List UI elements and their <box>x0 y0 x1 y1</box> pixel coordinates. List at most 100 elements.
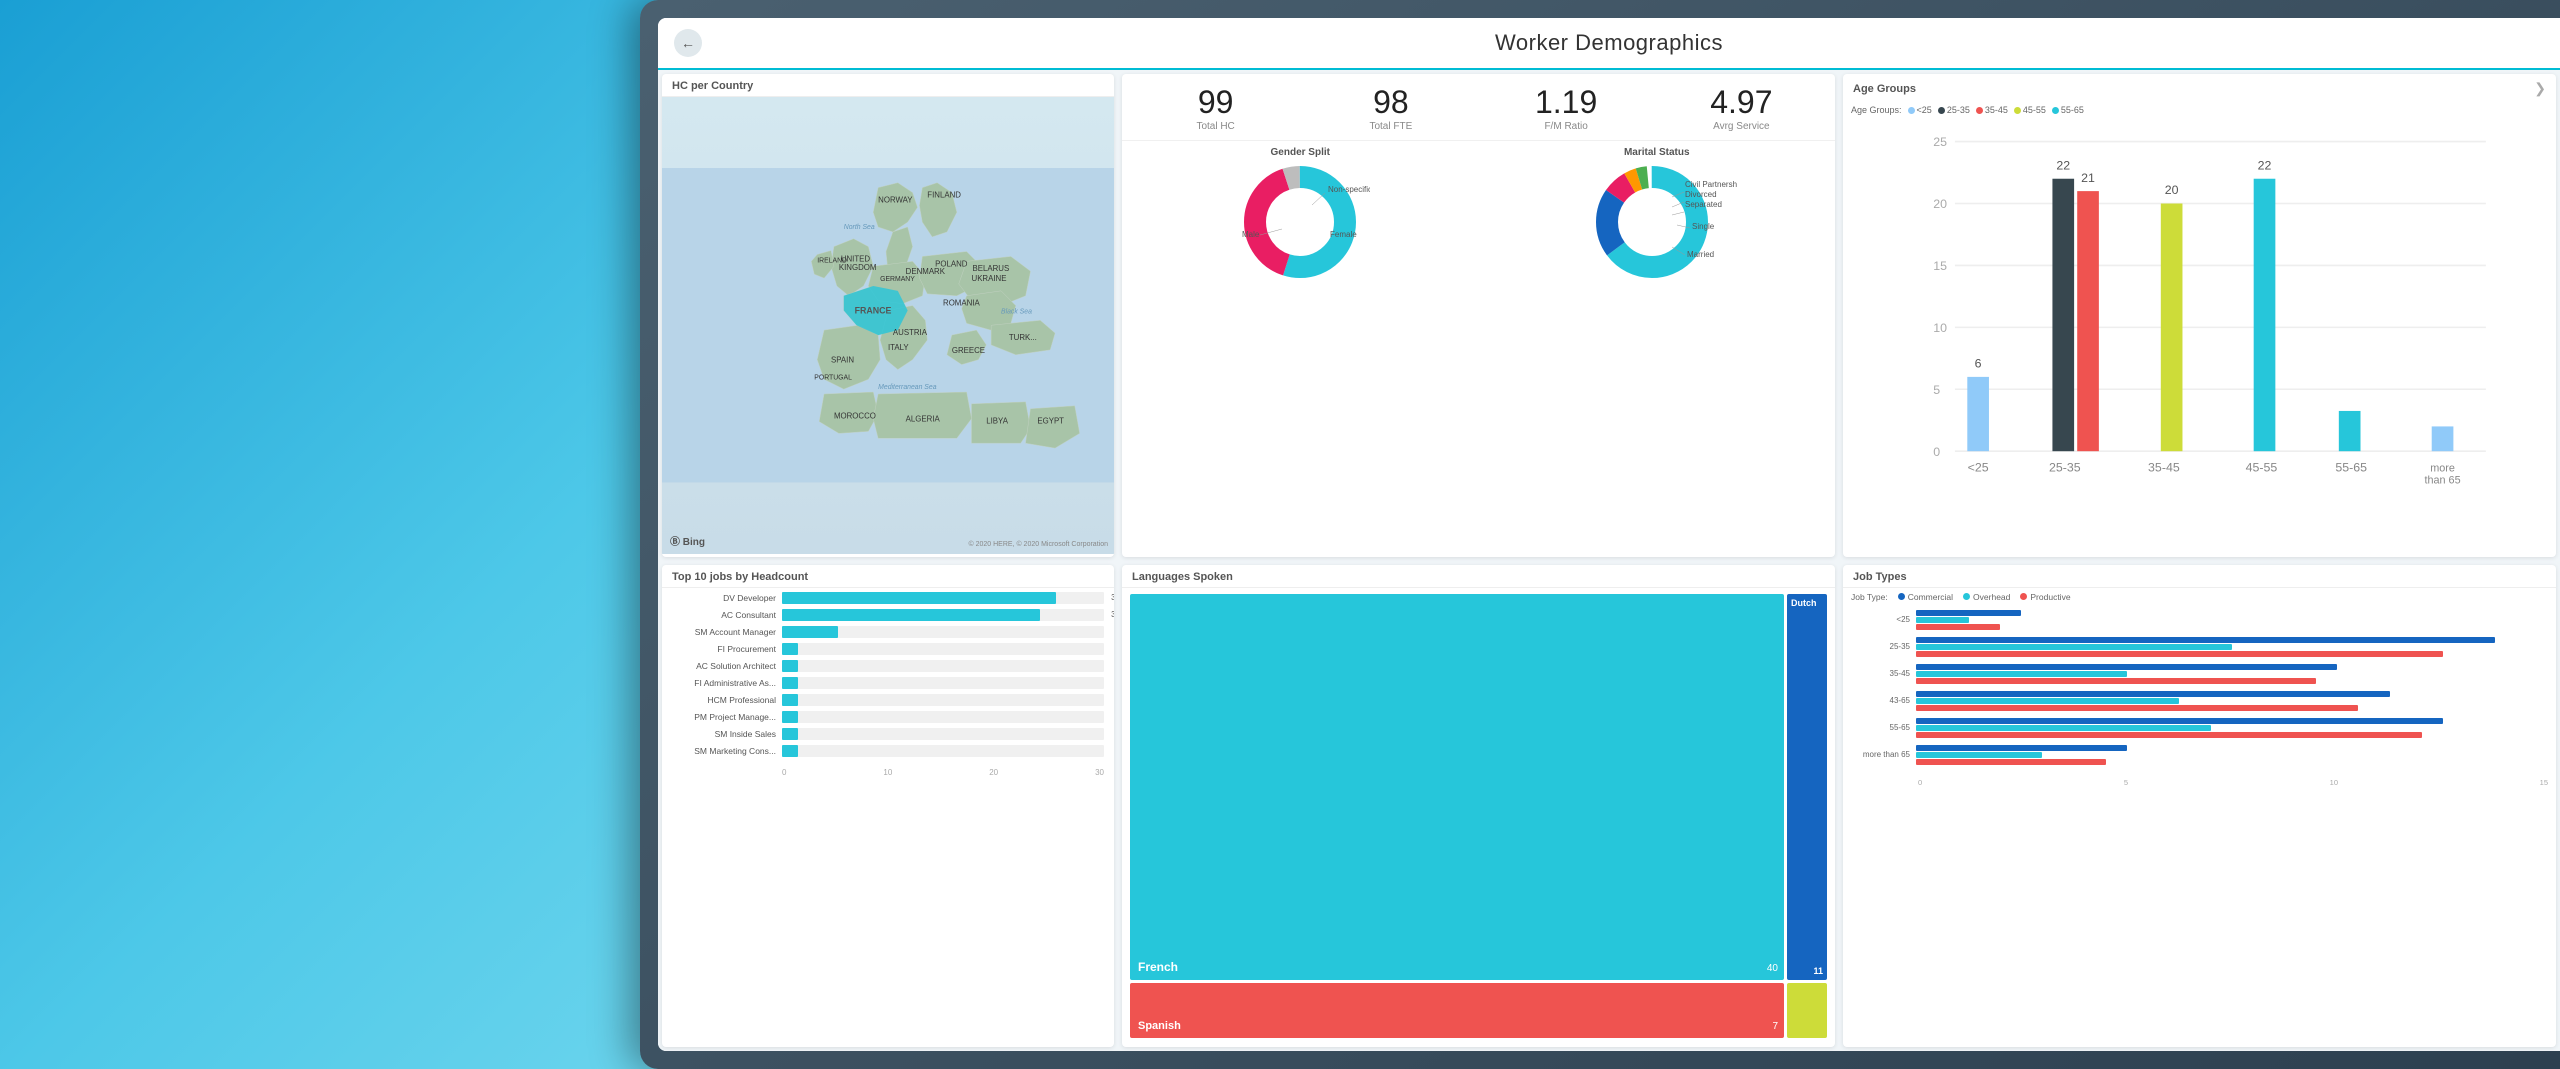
job-bar-track: 2 <box>782 643 1104 655</box>
job-name: DV Developer <box>672 593 782 603</box>
marital-donut-chart: Civil Partnership Divorced Separated Sin… <box>1577 157 1737 287</box>
job-type-mini-bar <box>1916 752 2042 758</box>
french-value: 40 <box>1767 963 1778 974</box>
job-type-group-row: 55-65 <box>1851 718 2548 738</box>
svg-text:ITALY: ITALY <box>888 343 909 352</box>
top-jobs-panel: Top 10 jobs by Headcount DV Developer34A… <box>662 565 1114 1048</box>
job-type-group-row: 43-65 <box>1851 691 2548 711</box>
svg-text:15: 15 <box>1933 259 1947 273</box>
legend-dot-under25 <box>1908 107 1915 114</box>
legend-commercial: Commercial <box>1898 592 1953 602</box>
overhead-label: Overhead <box>1973 592 2010 602</box>
commercial-label: Commercial <box>1908 592 1953 602</box>
job-bar-row: SM Marketing Cons...2 <box>672 745 1104 757</box>
svg-text:MOROCCO: MOROCCO <box>834 412 876 421</box>
svg-text:21: 21 <box>2081 171 2095 185</box>
svg-text:20: 20 <box>2165 183 2179 197</box>
svg-text:PORTUGAL: PORTUGAL <box>814 374 852 381</box>
legend-productive: Productive <box>2020 592 2070 602</box>
job-bar-row: SM Inside Sales2 <box>672 728 1104 740</box>
job-types-panel: Job Types Job Type: Commercial Overhead <box>1843 565 2556 1048</box>
svg-text:Mediterranean Sea: Mediterranean Sea <box>878 384 937 391</box>
svg-text:North Sea: North Sea <box>844 224 875 231</box>
back-arrow-icon: ← <box>681 35 695 51</box>
job-bar-track: 34 <box>782 592 1104 604</box>
job-type-mini-bar <box>1916 664 2337 670</box>
job-name: SM Account Manager <box>672 627 782 637</box>
age-groups-legend-prefix: Age Groups: <box>1851 105 1902 115</box>
job-type-group-row: 25-35 <box>1851 637 2548 657</box>
kpi-grid: 99 Total HC 98 Total FTE 1.19 F/M Ratio <box>1122 74 1835 140</box>
kpi-fm-label: F/M Ratio <box>1483 121 1650 132</box>
productive-dot <box>2020 593 2027 600</box>
job-bar-track: 2 <box>782 711 1104 723</box>
svg-text:10: 10 <box>1933 321 1947 335</box>
treemap-small <box>1787 983 1827 1038</box>
jt-axis-0: 0 <box>1918 778 1922 787</box>
legend-item-25-35: 25-35 <box>1938 105 1970 115</box>
job-bar-track: 2 <box>782 694 1104 706</box>
dashboard-header: ← Worker Demographics <box>658 18 2560 70</box>
treemap: French 40 Dutch 11 Spanish 7 <box>1130 594 1827 1039</box>
spanish-label: Spanish <box>1138 1020 1181 1032</box>
age-bars-svg: 25 20 15 10 5 0 <box>1855 123 2544 526</box>
charts-row: Gender Split <box>1122 140 1835 557</box>
map-panel: HC per Country <box>662 74 1114 557</box>
job-type-group-bars <box>1916 610 2548 630</box>
treemap-dutch: Dutch 11 <box>1787 594 1827 981</box>
job-type-mini-bar <box>1916 644 2232 650</box>
legend-item-35-45: 35-45 <box>1976 105 2008 115</box>
svg-text:35-45: 35-45 <box>2148 460 2180 474</box>
commercial-dot <box>1898 593 1905 600</box>
age-groups-nav-right[interactable]: ❯ <box>2534 80 2546 97</box>
back-button[interactable]: ← <box>674 29 702 57</box>
languages-panel: Languages Spoken French 40 Dutch 11 <box>1122 565 1835 1048</box>
job-bar-value: 34 <box>1111 592 1114 604</box>
kpi-fm-ratio: 1.19 F/M Ratio <box>1483 86 1650 132</box>
job-bar-fill <box>782 609 1040 621</box>
jt-axis-15: 15 <box>2540 778 2548 787</box>
job-bar-track: 2 <box>782 745 1104 757</box>
job-name: HCM Professional <box>672 695 782 705</box>
job-bar-fill <box>782 626 838 638</box>
kpi-avrg-service: 4.97 Avrg Service <box>1658 86 1825 132</box>
job-bar-track: 7 <box>782 626 1104 638</box>
job-type-mini-bar <box>1916 732 2422 738</box>
job-type-mini-bar <box>1916 705 2358 711</box>
svg-text:25: 25 <box>1933 135 1947 149</box>
svg-text:Black Sea: Black Sea <box>1001 308 1032 315</box>
jobs-axis-20: 20 <box>989 768 998 777</box>
svg-text:5: 5 <box>1933 383 1940 397</box>
svg-text:more: more <box>2430 462 2455 474</box>
treemap-french: French 40 <box>1130 594 1784 981</box>
top-jobs-title: Top 10 jobs by Headcount <box>662 565 1114 588</box>
gender-donut-chart: Male Non-specific Female <box>1230 157 1370 287</box>
job-types-bars: <2525-3535-4543-6555-65more than 65 <box>1843 606 2556 776</box>
job-bar-row: AC Consultant32 <box>672 609 1104 621</box>
job-type-group-bars <box>1916 637 2548 657</box>
screen-bezel: ← Worker Demographics HC per Country <box>640 0 2560 1069</box>
job-bar-row: AC Solution Architect2 <box>672 660 1104 672</box>
legend-item-45-55: 45-55 <box>2014 105 2046 115</box>
map-container: NORWAY FINLAND UNITED KINGDOM IRELAND DE… <box>662 97 1114 554</box>
screen: ← Worker Demographics HC per Country <box>658 18 2560 1051</box>
legend-item-under25: <25 <box>1908 105 1932 115</box>
svg-text:TURK...: TURK... <box>1009 333 1037 342</box>
top-jobs-bar-chart: DV Developer34AC Consultant32SM Account … <box>662 588 1114 766</box>
job-type-mini-bar <box>1916 691 2390 697</box>
kpi-fte-label: Total FTE <box>1307 121 1474 132</box>
svg-text:Non-specific: Non-specific <box>1328 185 1370 194</box>
map-copyright: © 2020 HERE, © 2020 Microsoft Corporatio… <box>969 541 1109 548</box>
job-type-mini-bar <box>1916 637 2495 643</box>
job-bar-row: SM Account Manager7 <box>672 626 1104 638</box>
job-bar-fill <box>782 694 798 706</box>
job-type-mini-bar <box>1916 624 2000 630</box>
spanish-value: 7 <box>1772 1021 1778 1032</box>
job-type-group-label: 25-35 <box>1851 642 1916 651</box>
kpi-service-label: Avrg Service <box>1658 121 1825 132</box>
languages-title: Languages Spoken <box>1122 565 1835 588</box>
job-type-group-label: 35-45 <box>1851 669 1916 678</box>
job-type-mini-bar <box>1916 671 2127 677</box>
svg-text:22: 22 <box>2056 158 2070 172</box>
dutch-label: Dutch <box>1791 598 1817 608</box>
